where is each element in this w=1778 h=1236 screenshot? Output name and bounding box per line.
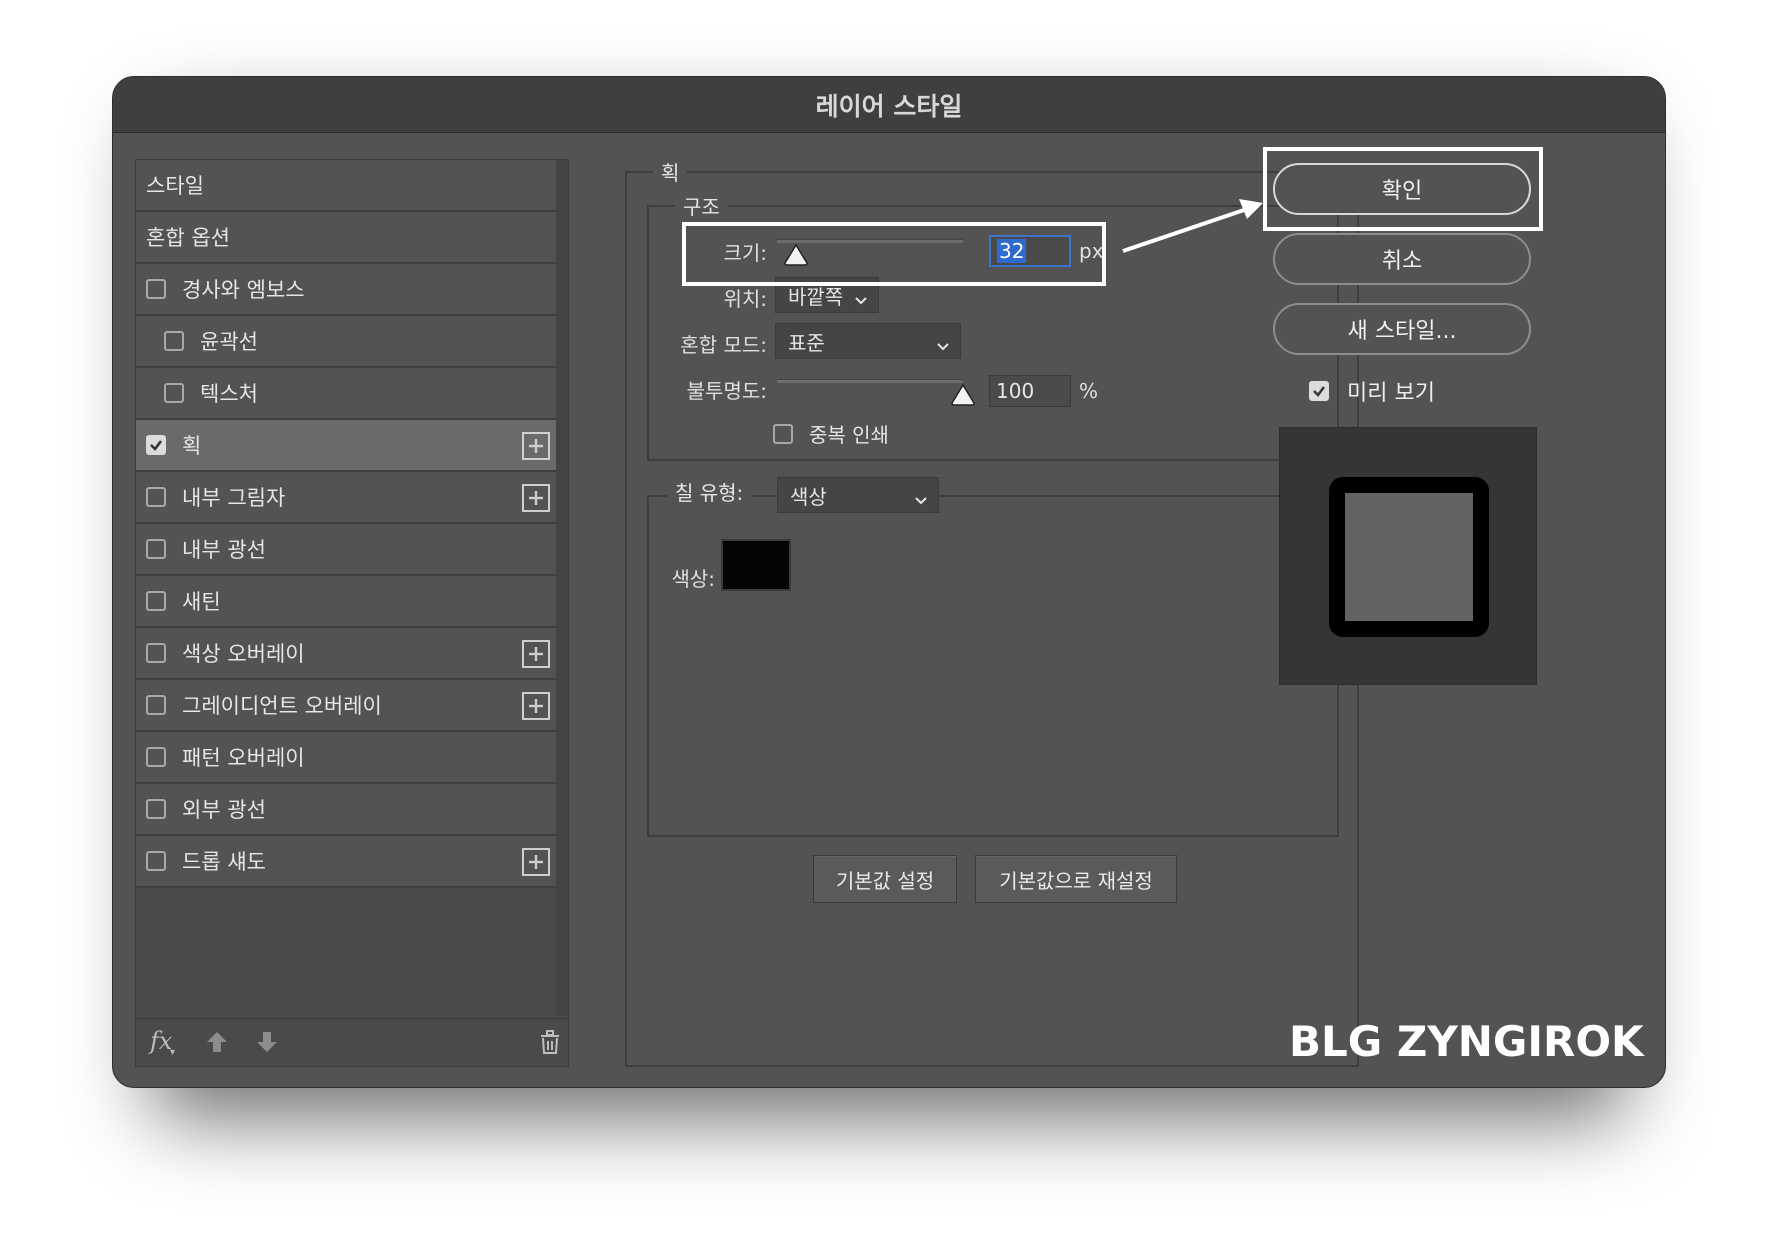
style-checkbox[interactable] bbox=[146, 279, 166, 299]
fill-type-dropdown[interactable]: 색상 bbox=[777, 477, 939, 513]
style-checkbox[interactable] bbox=[146, 851, 166, 871]
new-style-button[interactable]: 새 스타일... bbox=[1273, 303, 1531, 355]
style-item[interactable]: 텍스처 bbox=[136, 368, 556, 420]
style-item-label: 새틴 bbox=[182, 590, 221, 614]
add-effect-plus-icon[interactable] bbox=[522, 484, 550, 512]
fx-dropdown-icon[interactable]: ▾ bbox=[170, 1047, 175, 1058]
ok-highlight-box bbox=[1263, 147, 1543, 231]
style-item-label: 내부 광선 bbox=[182, 538, 266, 562]
style-item-label: 윤곽선 bbox=[200, 330, 258, 354]
style-checkbox[interactable] bbox=[146, 487, 166, 507]
style-preview bbox=[1279, 427, 1537, 685]
style-item[interactable]: 내부 광선 bbox=[136, 524, 556, 576]
style-item[interactable]: 획 bbox=[136, 420, 556, 472]
fill-type-value: 색상 bbox=[790, 484, 827, 509]
fill-type-row: 칠 유형: bbox=[667, 477, 752, 506]
style-item-label: 드롭 섀도 bbox=[182, 850, 266, 874]
style-item-label: 외부 광선 bbox=[182, 798, 266, 822]
cancel-button[interactable]: 취소 bbox=[1273, 233, 1531, 285]
style-item-label: 획 bbox=[182, 434, 202, 458]
layer-style-dialog: 레이어 스타일 스타일 혼합 옵션 경사와 엠보스 윤곽선 텍스처 획 내부 그림자 내부… bbox=[112, 76, 1666, 1088]
opacity-slider-track[interactable] bbox=[777, 379, 963, 383]
preview-option[interactable]: 미리 보기 bbox=[1309, 375, 1435, 407]
style-item-label: 색상 오버레이 bbox=[182, 642, 305, 666]
reset-default-button[interactable]: 기본값으로 재설정 bbox=[975, 855, 1177, 903]
style-item[interactable]: 경사와 엠보스 bbox=[136, 264, 556, 316]
opacity-slider-thumb[interactable] bbox=[950, 383, 976, 407]
style-checkbox[interactable] bbox=[164, 331, 184, 351]
overprint-checkbox[interactable] bbox=[773, 423, 793, 444]
set-default-button[interactable]: 기본값 설정 bbox=[813, 855, 957, 903]
styles-panel: 스타일 혼합 옵션 경사와 엠보스윤곽선텍스처획내부 그림자내부 광선새틴색상 … bbox=[135, 159, 569, 1067]
blend-mode-dropdown[interactable]: 표준 bbox=[775, 323, 961, 359]
style-item[interactable]: 패턴 오버레이 bbox=[136, 732, 556, 784]
fill-type-label: 칠 유형: bbox=[675, 481, 744, 505]
style-checkbox[interactable] bbox=[146, 747, 166, 767]
add-effect-plus-icon[interactable] bbox=[522, 432, 550, 460]
styles-header-label: 스타일 bbox=[146, 174, 204, 198]
size-highlight-box bbox=[682, 222, 1106, 286]
styles-scrollbar[interactable] bbox=[556, 160, 568, 1016]
annotation-arrow-icon bbox=[1122, 199, 1263, 253]
opacity-label: 불투명도: bbox=[686, 379, 767, 403]
style-checkbox[interactable] bbox=[164, 383, 184, 403]
trash-icon[interactable] bbox=[538, 1029, 562, 1059]
move-down-icon[interactable] bbox=[254, 1029, 280, 1059]
blend-options-label: 혼합 옵션 bbox=[146, 226, 230, 250]
styles-header[interactable]: 스타일 bbox=[136, 160, 556, 212]
blend-mode-label: 혼합 모드: bbox=[680, 333, 767, 357]
style-checkbox[interactable] bbox=[146, 799, 166, 819]
style-item[interactable]: 외부 광선 bbox=[136, 784, 556, 836]
blend-mode-value: 표준 bbox=[788, 330, 825, 355]
dialog-title: 레이어 스타일 bbox=[113, 77, 1665, 133]
add-effect-plus-icon[interactable] bbox=[522, 848, 550, 876]
structure-title: 구조 bbox=[675, 191, 728, 220]
chevron-down-icon bbox=[936, 334, 950, 358]
color-label: 색상: bbox=[671, 567, 715, 591]
style-item-label: 패턴 오버레이 bbox=[182, 746, 305, 770]
style-checkbox[interactable] bbox=[146, 695, 166, 715]
chevron-down-icon bbox=[854, 288, 868, 312]
overprint-option[interactable]: 중복 인쇄 bbox=[773, 419, 889, 448]
opacity-input[interactable]: 100 bbox=[989, 375, 1071, 407]
blend-options-item[interactable]: 혼합 옵션 bbox=[136, 212, 556, 264]
style-item-label: 경사와 엠보스 bbox=[182, 278, 305, 302]
style-checkbox[interactable] bbox=[146, 539, 166, 559]
styles-list: 스타일 혼합 옵션 경사와 엠보스윤곽선텍스처획내부 그림자내부 광선새틴색상 … bbox=[136, 160, 556, 888]
style-checkbox[interactable] bbox=[146, 591, 166, 611]
style-item[interactable]: 새틴 bbox=[136, 576, 556, 628]
watermark-text: BLG ZYNGIROK bbox=[1289, 1017, 1644, 1066]
add-effect-plus-icon[interactable] bbox=[522, 640, 550, 668]
style-item[interactable]: 색상 오버레이 bbox=[136, 628, 556, 680]
move-up-icon[interactable] bbox=[204, 1029, 230, 1059]
style-item-label: 그레이디언트 오버레이 bbox=[182, 694, 382, 718]
opacity-value: 100 bbox=[996, 379, 1035, 403]
overprint-label: 중복 인쇄 bbox=[809, 423, 889, 447]
add-effect-plus-icon[interactable] bbox=[522, 692, 550, 720]
color-swatch[interactable] bbox=[721, 539, 791, 591]
position-label: 위치: bbox=[723, 287, 767, 311]
style-item[interactable]: 드롭 섀도 bbox=[136, 836, 556, 888]
style-checkbox[interactable] bbox=[146, 435, 166, 455]
chevron-down-icon bbox=[914, 488, 928, 512]
preview-label: 미리 보기 bbox=[1347, 381, 1435, 406]
style-item[interactable]: 윤곽선 bbox=[136, 316, 556, 368]
styles-footer: fx ▾ bbox=[136, 1018, 568, 1066]
opacity-unit: % bbox=[1079, 379, 1099, 403]
stroke-section-title: 획 bbox=[653, 157, 688, 186]
style-item[interactable]: 내부 그림자 bbox=[136, 472, 556, 524]
style-item[interactable]: 그레이디언트 오버레이 bbox=[136, 680, 556, 732]
preview-thumbnail bbox=[1329, 477, 1489, 637]
preview-checkbox[interactable] bbox=[1309, 381, 1329, 401]
style-item-label: 내부 그림자 bbox=[182, 486, 286, 510]
style-checkbox[interactable] bbox=[146, 643, 166, 663]
style-item-label: 텍스처 bbox=[200, 382, 258, 406]
